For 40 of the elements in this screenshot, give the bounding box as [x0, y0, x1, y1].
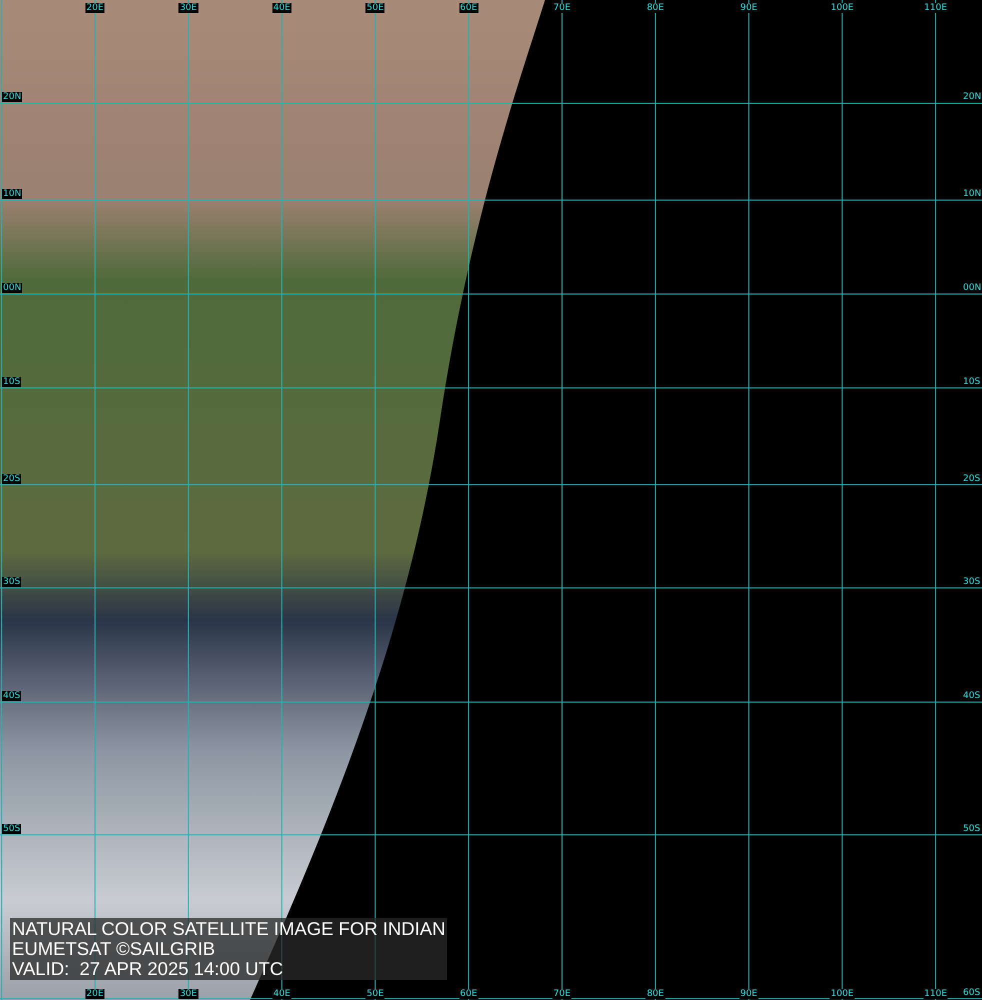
longitude-label: 30E: [178, 3, 198, 13]
longitude-label: 80E: [646, 3, 665, 13]
latitude-label: 00N: [2, 283, 22, 293]
longitude-label: 40E: [272, 989, 292, 999]
latitude-label: 30S: [2, 576, 22, 587]
longitude-label: 90E: [739, 3, 758, 13]
caption-line: EUMETSAT ©SAILGRIB: [12, 939, 216, 959]
latitude-label: 20N: [2, 92, 22, 102]
longitude-label: 50E: [366, 989, 385, 999]
longitude-label: 60E: [459, 989, 478, 999]
latitude-label: 50S: [2, 824, 22, 834]
longitude-label: 110E: [923, 3, 948, 13]
latitude-label: 20S: [962, 474, 982, 484]
longitude-label: 20E: [85, 3, 105, 13]
longitude-label: 100E: [830, 989, 855, 999]
longitude-label: 30E: [178, 989, 198, 999]
latitude-label: 20N: [962, 92, 982, 102]
longitude-label: 40E: [272, 3, 292, 13]
longitude-label: 70E: [552, 3, 572, 13]
longitude-label: 20E: [85, 989, 105, 999]
longitude-label: 110E: [923, 989, 948, 999]
latitude-label: 20S: [2, 474, 22, 484]
caption-line: NATURAL COLOR SATELLITE IMAGE FOR INDIAN: [12, 919, 446, 939]
longitude-label: 60E: [459, 3, 478, 13]
longitude-label: 90E: [739, 989, 758, 999]
latitude-label: 00N: [962, 283, 982, 293]
latitude-label: 10N: [2, 189, 22, 200]
longitude-label: 100E: [830, 3, 855, 13]
latitude-label: 10N: [962, 189, 982, 200]
latitude-label: 60S: [962, 988, 982, 998]
latitude-label: 10S: [2, 376, 22, 387]
latitude-label: 50S: [962, 824, 982, 834]
caption-line: VALID: 27 APR 2025 14:00 UTC: [12, 959, 284, 979]
latitude-label: 30S: [962, 576, 982, 587]
longitude-label: 80E: [646, 989, 665, 999]
latitude-label: 40S: [962, 691, 982, 702]
latitude-label: 10S: [962, 376, 982, 387]
latitude-label: 40S: [2, 691, 22, 702]
longitude-label: 70E: [552, 989, 572, 999]
longitude-label: 50E: [366, 3, 385, 13]
